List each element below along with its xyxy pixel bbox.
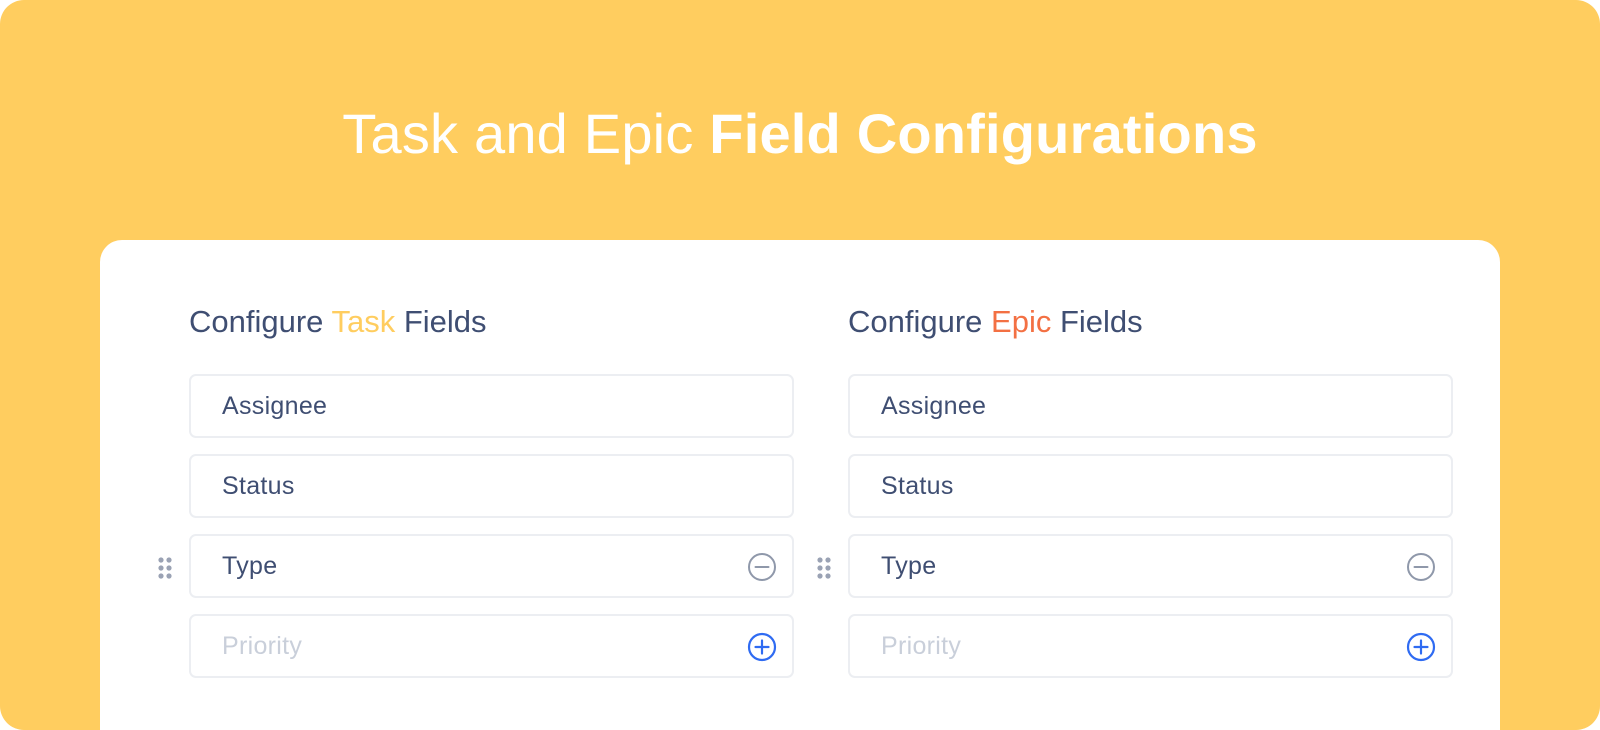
epic-field-status[interactable]: Status (848, 454, 1453, 518)
page-title-bold: Field Configurations (709, 102, 1258, 165)
task-title-accent: Task (331, 304, 396, 339)
field-label: Type (881, 551, 937, 580)
epic-fields-panel: Configure Epic Fields Assignee Status Ty… (817, 300, 1453, 694)
page-title: Task and Epic Field Configurations (0, 100, 1600, 168)
task-field-list: Assignee Status Type Priority (158, 374, 794, 678)
field-label: Assignee (881, 391, 987, 420)
plus-circle-icon[interactable] (1406, 632, 1436, 662)
epic-field-list: Assignee Status Type Priority (817, 374, 1453, 678)
task-field-assignee[interactable]: Assignee (189, 374, 794, 438)
epic-panel-title: Configure Epic Fields (848, 300, 1453, 344)
task-field-priority[interactable]: Priority (189, 614, 794, 678)
field-label: Status (222, 471, 295, 500)
drag-handle-icon[interactable] (157, 556, 173, 580)
task-title-prefix: Configure (189, 304, 324, 339)
page-title-light: Task and Epic (342, 102, 694, 165)
field-label: Status (881, 471, 954, 500)
epic-field-type[interactable]: Type (817, 534, 1453, 598)
field-label: Assignee (222, 391, 328, 420)
task-title-suffix: Fields (403, 304, 487, 339)
epic-title-accent: Epic (991, 304, 1052, 339)
epic-title-prefix: Configure (848, 304, 983, 339)
plus-circle-icon[interactable] (747, 632, 777, 662)
minus-circle-icon[interactable] (747, 552, 777, 582)
epic-field-assignee[interactable]: Assignee (848, 374, 1453, 438)
field-label: Priority (222, 631, 303, 660)
epic-field-priority[interactable]: Priority (848, 614, 1453, 678)
epic-title-suffix: Fields (1059, 304, 1143, 339)
minus-circle-icon[interactable] (1406, 552, 1436, 582)
field-label: Type (222, 551, 278, 580)
task-field-status[interactable]: Status (189, 454, 794, 518)
configuration-card: Configure Task Fields Assignee Status Ty… (100, 240, 1500, 730)
drag-handle-icon[interactable] (816, 556, 832, 580)
task-panel-title: Configure Task Fields (189, 300, 794, 344)
field-label: Priority (881, 631, 962, 660)
banner-frame: Task and Epic Field Configurations Confi… (0, 0, 1600, 730)
task-fields-panel: Configure Task Fields Assignee Status Ty… (158, 300, 794, 694)
task-field-type[interactable]: Type (158, 534, 794, 598)
